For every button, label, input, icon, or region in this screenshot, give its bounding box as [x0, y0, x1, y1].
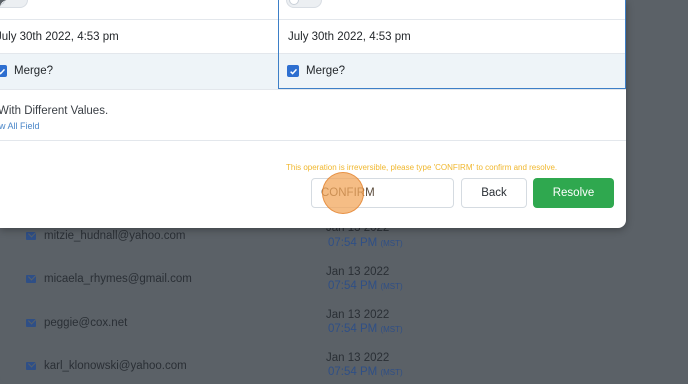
- app-frame: mitzie_hudnall@yahoo.com Jan 13 2022 07:…: [0, 0, 688, 384]
- email-text: peggie@cox.net: [44, 317, 128, 329]
- mail-icon: [26, 362, 36, 370]
- email-text: karl_klonowski@yahoo.com: [44, 360, 187, 372]
- toggle-knob: [0, 0, 5, 5]
- confirm-input[interactable]: [311, 178, 454, 208]
- email-cell: micaela_rhymes@gmail.com: [26, 273, 192, 285]
- timezone-label: (MST): [380, 282, 403, 291]
- time-text: 07:54 PM (MST): [328, 237, 403, 249]
- email-cell: peggie@cox.net: [26, 317, 127, 329]
- check-icon: [0, 65, 7, 77]
- timezone-label: (MST): [380, 239, 403, 248]
- resolve-button[interactable]: Resolve: [533, 178, 614, 208]
- view-all-fields-link[interactable]: w All Field: [0, 121, 40, 131]
- time-text: 07:54 PM (MST): [328, 280, 403, 292]
- mail-icon: [26, 232, 36, 240]
- email-cell: karl_klonowski@yahoo.com: [26, 360, 187, 372]
- time-value: 07:54 PM: [328, 280, 378, 292]
- email-text: mitzie_hudnall@yahoo.com: [44, 230, 186, 242]
- email-cell: mitzie_hudnall@yahoo.com: [26, 230, 185, 242]
- timezone-label: (MST): [380, 325, 403, 334]
- time-value: 07:54 PM: [328, 366, 378, 378]
- merge-checkbox-left[interactable]: Merge?: [0, 65, 53, 77]
- date-text: Jan 13 2022: [326, 266, 390, 278]
- compare-toggle-left[interactable]: [0, 0, 28, 8]
- back-button[interactable]: Back: [461, 178, 527, 208]
- merge-label: Merge?: [14, 65, 53, 77]
- list-item: mitzie_hudnall@yahoo.com Jan 13 2022 07:…: [0, 222, 688, 266]
- mail-icon: [26, 319, 36, 327]
- irreversible-warning: This operation is irreversible, please t…: [286, 163, 558, 172]
- time-text: 07:54 PM (MST): [328, 366, 403, 378]
- section-divider: [0, 140, 626, 141]
- time-text: 07:54 PM (MST): [328, 323, 403, 335]
- left-date: July 30th 2022, 4:53 pm: [0, 31, 119, 43]
- timezone-label: (MST): [380, 368, 403, 377]
- time-value: 07:54 PM: [328, 237, 378, 249]
- date-text: Jan 13 2022: [326, 309, 390, 321]
- mail-icon: [26, 275, 36, 283]
- list-item: peggie@cox.net Jan 13 2022 07:54 PM (MST…: [0, 309, 688, 353]
- diff-section-title: With Different Values.: [0, 105, 109, 117]
- selected-column-highlight: [278, 0, 626, 89]
- time-value: 07:54 PM: [328, 323, 378, 335]
- date-text: Jan 13 2022: [326, 352, 390, 364]
- email-text: micaela_rhymes@gmail.com: [44, 273, 192, 285]
- list-item: micaela_rhymes@gmail.com Jan 13 2022 07:…: [0, 266, 688, 310]
- list-item: karl_klonowski@yahoo.com Jan 13 2022 07:…: [0, 352, 688, 384]
- resolve-modal: July 30th 2022, 4:53 pm July 30th 2022, …: [0, 0, 626, 228]
